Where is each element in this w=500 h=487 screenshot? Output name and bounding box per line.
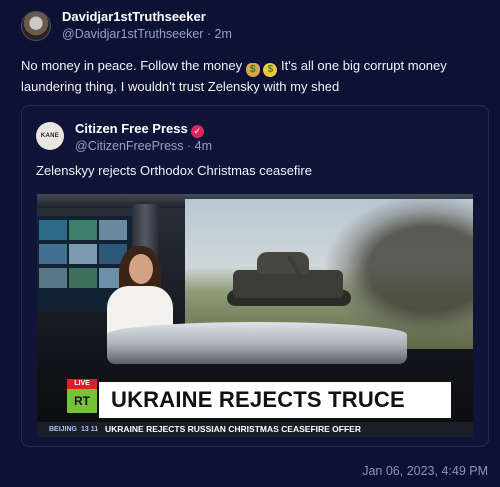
ticker-text: UKRAINE REJECTS RUSSIAN CHRISTMAS CEASEF… xyxy=(105,424,361,434)
quoted-author[interactable]: Citizen Free Press ✓ xyxy=(75,121,204,138)
quoted-post-card[interactable]: KANE Citizen Free Press ✓ @CitizenFreePre… xyxy=(21,105,489,447)
post-author-meta: @Davidjar1stTruthseeker · 2m xyxy=(62,27,232,41)
news-ticker: BEIJING 13 11 UKRAINE REJECTS RUSSIAN CH… xyxy=(37,422,473,437)
quoted-text: Zelenskyy rejects Orthodox Christmas cea… xyxy=(36,163,312,178)
headline-banner: UKRAINE REJECTS TRUCE xyxy=(99,382,451,418)
rt-logo: RT xyxy=(67,389,97,413)
verified-badge-icon: ✓ xyxy=(190,125,204,138)
tree-image xyxy=(323,194,473,344)
money-bag-icon: $ xyxy=(245,63,260,77)
post-avatar[interactable] xyxy=(21,11,51,41)
post-text-part1: No money in peace. Follow the money xyxy=(21,58,246,73)
tank-turret xyxy=(257,252,309,274)
quoted-avatar[interactable]: KANE xyxy=(36,122,64,150)
money-face-icon: $ xyxy=(263,63,278,77)
ticker-city: BEIJING xyxy=(49,426,78,433)
post-text: No money in peace. Follow the money $ $ … xyxy=(21,56,481,96)
tank-body xyxy=(233,270,343,298)
post-timestamp[interactable]: Jan 06, 2023, 4:49 PM xyxy=(362,464,488,478)
news-video-frame[interactable]: LIVE RT UKRAINE REJECTS TRUCE BEIJING 13… xyxy=(37,194,473,437)
live-badge: LIVE xyxy=(67,379,97,389)
ticker-time: 13 11 xyxy=(81,426,99,433)
anchor-face xyxy=(129,254,153,284)
news-desk xyxy=(107,322,407,364)
post-author-name[interactable]: Davidjar1stTruthseeker xyxy=(62,9,206,24)
quoted-author-meta: @CitizenFreePress · 4m xyxy=(75,139,213,153)
quoted-author-name[interactable]: Citizen Free Press xyxy=(75,121,188,136)
